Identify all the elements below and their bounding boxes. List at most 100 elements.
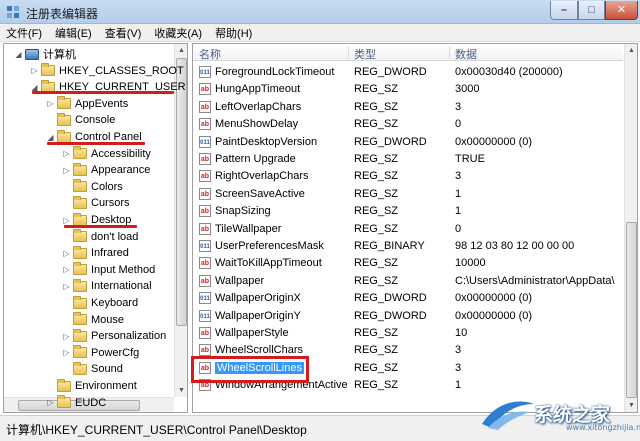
value-type: REG_DWORD <box>354 292 427 305</box>
tree-item[interactable]: Console <box>46 112 115 128</box>
tree-item-label: Infrared <box>91 247 129 260</box>
tree-item[interactable]: Mouse <box>62 312 124 328</box>
value-row[interactable]: ab LeftOverlapChars REG_SZ 3 <box>193 99 623 116</box>
list-vertical-scrollbar[interactable]: ▲ ▼ <box>624 44 637 412</box>
tree-item[interactable]: ▷ Input Method <box>62 262 155 278</box>
column-divider[interactable] <box>449 46 450 59</box>
tree-item[interactable]: ▷ Infrared <box>62 245 129 261</box>
menu-edit[interactable]: 编辑(E) <box>55 25 92 41</box>
collapsed-arrow-icon[interactable]: ▷ <box>62 348 71 357</box>
collapsed-arrow-icon[interactable]: ▷ <box>62 149 71 158</box>
value-type: REG_SZ <box>354 100 399 113</box>
maximize-icon: □ <box>588 3 595 16</box>
tree-item[interactable]: Sound <box>62 361 123 377</box>
collapsed-arrow-icon[interactable]: ▷ <box>62 332 71 341</box>
value-row[interactable]: ab HungAppTimeout REG_SZ 3000 <box>193 81 623 98</box>
value-row[interactable]: 011 WallpaperOriginY REG_DWORD 0x00000000 (… <box>193 308 623 325</box>
scroll-down-icon[interactable]: ▼ <box>175 384 187 397</box>
maximize-button[interactable]: □ <box>578 1 605 20</box>
value-row[interactable]: 011 PaintDesktopVersion REG_DWORD 0x0000000… <box>193 134 623 151</box>
value-row[interactable]: 011 UserPreferencesMask REG_BINARY 98 12 03… <box>193 238 623 255</box>
value-row[interactable]: ab ScreenSaveActive REG_SZ 1 <box>193 186 623 203</box>
title-bar[interactable]: 注册表编辑器 – □ ✕ <box>0 0 640 24</box>
tree-vertical-scrollbar[interactable]: ▲ ▼ <box>174 44 187 397</box>
scroll-up-icon[interactable]: ▲ <box>625 44 637 57</box>
value-name: UserPreferencesMask <box>215 240 347 252</box>
value-name-text: TileWallpaper <box>215 222 282 235</box>
tree-item[interactable]: ▷ AppEvents <box>46 96 128 112</box>
scroll-thumb[interactable] <box>626 222 637 398</box>
minimize-icon: – <box>560 3 568 16</box>
value-row[interactable]: ab Wallpaper REG_SZ C:\Users\Administrator\… <box>193 273 623 290</box>
minimize-button[interactable]: – <box>550 1 578 20</box>
value-row[interactable]: ab Pattern Upgrade REG_SZ TRUE <box>193 151 623 168</box>
tree-item[interactable]: Cursors <box>62 195 130 211</box>
collapsed-arrow-icon[interactable]: ▷ <box>62 282 71 291</box>
value-row[interactable]: ab TileWallpaper REG_SZ 0 <box>193 221 623 238</box>
value-row[interactable]: 011 ForegroundLockTimeout REG_DWORD 0x00030… <box>193 64 623 81</box>
folder-icon <box>73 262 87 276</box>
binary-value-icon: 011 <box>199 135 211 148</box>
value-row[interactable]: ab SnapSizing REG_SZ 1 <box>193 203 623 220</box>
string-value-icon: ab <box>199 118 211 131</box>
value-data: 1 <box>455 205 462 218</box>
collapsed-arrow-icon[interactable]: ▷ <box>46 99 55 108</box>
column-divider[interactable] <box>348 46 349 59</box>
collapsed-arrow-icon[interactable]: ▷ <box>46 398 55 407</box>
key-tree[interactable]: ▲ ▼ ◢ 计算机 ▷ HKEY_CLASSES_ROOT ◢ HKEY_CURRENT_… <box>3 43 188 413</box>
value-row[interactable]: ab MenuShowDelay REG_SZ 0 <box>193 116 623 133</box>
value-row[interactable]: 011 WallpaperOriginX REG_DWORD 0x00000000 (… <box>193 290 623 307</box>
menu-file[interactable]: 文件(F) <box>6 25 42 41</box>
tree-item[interactable]: ◢ 计算机 <box>14 46 76 62</box>
value-name-text: WaitToKillAppTimeout <box>215 257 322 270</box>
folder-icon <box>73 345 87 359</box>
value-type: REG_SZ <box>354 170 399 183</box>
expanded-arrow-icon[interactable]: ◢ <box>46 133 55 142</box>
watermark-logo: 系统之家 www.xitongzhijia.net <box>478 390 640 436</box>
value-row[interactable]: ab WallpaperStyle REG_SZ 10 <box>193 325 623 342</box>
string-value-icon: ab <box>199 257 211 270</box>
tree-item[interactable]: Colors <box>62 179 123 195</box>
collapsed-arrow-icon[interactable]: ▷ <box>62 216 71 225</box>
value-name: MenuShowDelay <box>215 118 347 130</box>
value-name-text: HungAppTimeout <box>215 83 301 96</box>
scroll-up-icon[interactable]: ▲ <box>175 44 187 57</box>
column-data[interactable]: 数据 <box>455 46 477 62</box>
tree-item[interactable]: ▷ Personalization <box>62 328 166 344</box>
tree-item[interactable]: ▷ PowerCfg <box>62 345 139 361</box>
string-value-icon: ab <box>199 170 211 183</box>
tree-item[interactable]: ▷ HKEY_CLASSES_ROOT <box>30 63 184 79</box>
tree-item[interactable]: Environment <box>46 378 137 394</box>
menu-bar: 文件(F) 编辑(E) 查看(V) 收藏夹(A) 帮助(H) <box>0 24 640 42</box>
value-row[interactable]: ab WaitToKillAppTimeout REG_SZ 10000 <box>193 255 623 272</box>
tree-item-label: Cursors <box>91 197 130 210</box>
tree-item[interactable]: ▷ Accessibility <box>62 146 151 162</box>
column-type[interactable]: 类型 <box>354 46 376 62</box>
tree-item[interactable]: Keyboard <box>62 295 138 311</box>
value-name: SnapSizing <box>215 205 347 217</box>
tree-item[interactable]: ▷ International <box>62 278 152 294</box>
menu-favorites[interactable]: 收藏夹(A) <box>154 25 202 41</box>
expanded-arrow-icon[interactable]: ◢ <box>14 50 23 59</box>
collapsed-arrow-icon[interactable]: ▷ <box>62 249 71 258</box>
tree-item[interactable]: don't load <box>62 229 138 245</box>
close-button[interactable]: ✕ <box>605 1 638 20</box>
menu-view[interactable]: 查看(V) <box>105 25 142 41</box>
tree-item[interactable]: ▷ Appearance <box>62 162 150 178</box>
tree-item[interactable]: ▷ EUDC <box>46 395 106 411</box>
value-row[interactable]: ab RightOverlapChars REG_SZ 3 <box>193 168 623 185</box>
tree-item-label: Personalization <box>91 330 167 343</box>
value-name-text: Wallpaper <box>215 274 265 287</box>
value-type: REG_SZ <box>354 257 399 270</box>
collapsed-arrow-icon[interactable]: ▷ <box>62 166 71 175</box>
column-name[interactable]: 名称 <box>199 46 221 62</box>
scroll-thumb[interactable] <box>176 58 187 326</box>
collapsed-arrow-icon[interactable]: ▷ <box>62 265 71 274</box>
folder-icon <box>73 146 87 160</box>
annotation-underline <box>32 91 174 94</box>
string-value-icon: ab <box>199 100 211 113</box>
menu-help[interactable]: 帮助(H) <box>215 25 252 41</box>
collapsed-arrow-icon[interactable]: ▷ <box>30 66 39 75</box>
value-data: 0x00000000 (0) <box>455 292 533 305</box>
